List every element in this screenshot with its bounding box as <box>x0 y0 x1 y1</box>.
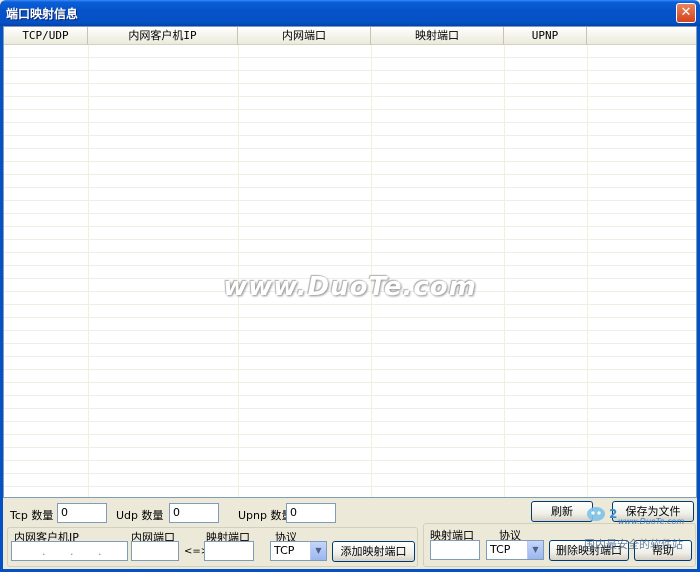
column-divider <box>238 45 239 497</box>
column-divider <box>587 45 588 497</box>
ip-separator: . <box>42 545 46 558</box>
title-bar: 端口映射信息 ✕ <box>0 0 700 26</box>
protocol-select[interactable]: TCP ▼ <box>270 541 327 561</box>
column-header-tcp-udp[interactable]: TCP/UDP <box>4 27 88 45</box>
list-header: TCP/UDP 内网客户机IP 内网端口 映射端口 UPNP <box>4 27 696 45</box>
udp-count-field[interactable]: 0 <box>169 503 219 523</box>
delete-protocol-value: TCP <box>490 543 511 556</box>
window-title: 端口映射信息 <box>6 7 79 21</box>
delete-mapped-port-input[interactable] <box>430 540 480 560</box>
upnp-count-field[interactable]: 0 <box>286 503 336 523</box>
add-mapping-button[interactable]: 添加映射端口 <box>332 541 415 562</box>
column-divider <box>504 45 505 497</box>
duote-logo: 2 www.DuoTe.com 国内最安全的软件站 <box>584 507 684 551</box>
column-header-upnp[interactable]: UPNP <box>504 27 587 45</box>
logo-domain: www.DuoTe.com <box>618 517 684 526</box>
upnp-count-label: Upnp 数量 <box>238 509 293 522</box>
ip-separator: . <box>98 545 102 558</box>
delete-protocol-select[interactable]: TCP ▼ <box>486 540 544 560</box>
column-divider <box>88 45 89 497</box>
column-divider <box>371 45 372 497</box>
internal-port-input[interactable] <box>131 541 179 561</box>
close-button[interactable]: ✕ <box>676 3 696 23</box>
column-header-client-ip[interactable]: 内网客户机IP <box>88 27 238 45</box>
ip-separator: . <box>70 545 74 558</box>
protocol-value: TCP <box>274 544 295 557</box>
tcp-count-label: Tcp 数量 <box>10 509 54 522</box>
column-header-empty <box>587 27 696 45</box>
client-ip-input[interactable]: . . . <box>11 541 128 561</box>
column-header-internal-port[interactable]: 内网端口 <box>238 27 371 45</box>
mapped-port-input[interactable] <box>204 541 254 561</box>
svg-text:2: 2 <box>609 507 617 521</box>
udp-count-label: Udp 数量 <box>116 509 164 522</box>
port-mapping-list[interactable]: TCP/UDP 内网客户机IP 内网端口 映射端口 UPNP www.DuoTe… <box>3 26 697 498</box>
watermark-text: www.DuoTe.com <box>223 272 477 302</box>
tcp-count-field[interactable]: 0 <box>57 503 107 523</box>
close-icon: ✕ <box>680 5 692 20</box>
column-header-mapped-port[interactable]: 映射端口 <box>371 27 504 45</box>
chevron-down-icon[interactable]: ▼ <box>527 541 543 559</box>
chevron-down-icon[interactable]: ▼ <box>310 542 326 560</box>
logo-tagline: 国内最安全的软件站 <box>584 537 683 551</box>
